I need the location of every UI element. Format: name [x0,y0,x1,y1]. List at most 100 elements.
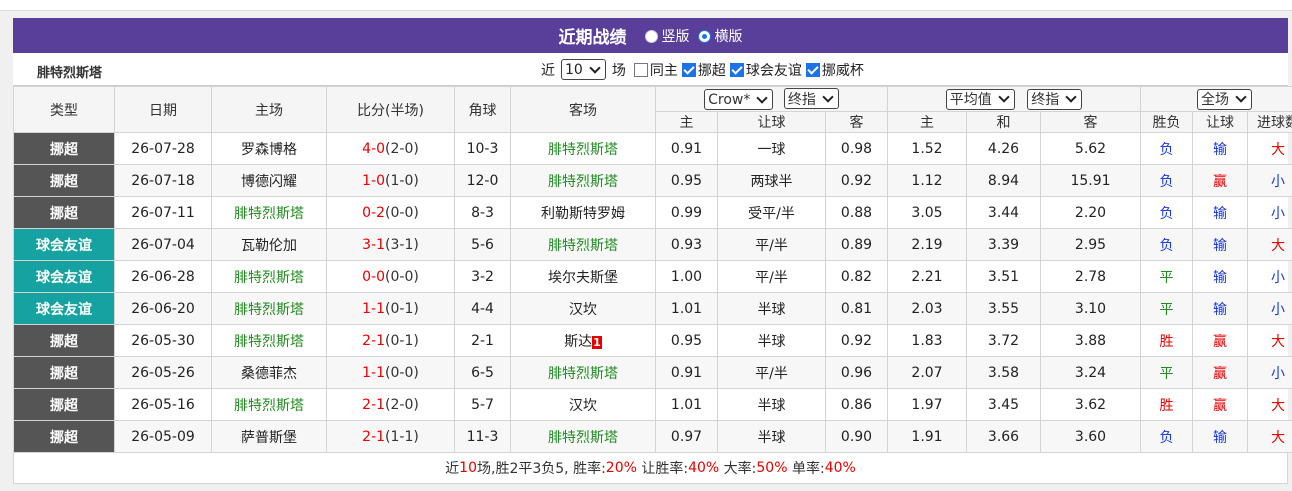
match-count-value: 10 [565,61,583,78]
table-row[interactable]: 挪超 26-05-26 桑德菲杰 1-1(0-0) 6-5 腓特烈斯塔 0.91 平/半 0.9… [13,356,1292,389]
away-team[interactable]: 斯达1 [510,324,656,357]
odds-a-home: 0.97 [655,420,718,453]
odds-a-company-select[interactable]: Crow* [704,89,774,110]
away-team[interactable]: 汉坎 [510,388,656,421]
table-row[interactable]: 挪超 26-05-09 萨普斯堡 2-1(1-1) 11-3 腓特烈斯塔 0.97 半球 0.9… [13,420,1292,453]
odds-b-draw: 3.58 [966,356,1041,389]
match-score[interactable]: 0-0(0-0) [326,260,455,293]
away-team[interactable]: 腓特烈斯塔 [510,420,656,453]
away-team-name: 埃尔夫斯堡 [548,269,618,286]
result-scope-select[interactable]: 全场 [1197,88,1253,110]
corner-count: 8-3 [454,196,511,229]
match-score[interactable]: 0-2(0-0) [326,196,455,229]
match-score[interactable]: 1-1(0-1) [326,292,455,325]
table-row[interactable]: 球会友谊 26-06-20 腓特烈斯塔 1-1(0-1) 4-4 汉坎 1.01 半球 0.81… [13,292,1292,325]
match-score[interactable]: 2-1(1-1) [326,420,455,453]
record-rows: 挪超 26-07-28 罗森博格 4-0(2-0) 10-3 腓特烈斯塔 0.91 一球 0.9… [13,132,1292,453]
odds-b-mode-select[interactable]: 终指 [1027,88,1083,110]
summary-mid: 场,胜2平3负5, 胜率: [477,461,606,477]
top-strip [0,0,1292,11]
match-score[interactable]: 1-0(1-0) [326,164,455,197]
home-team[interactable]: 腓特烈斯塔 [211,324,327,357]
cup-checkbox[interactable] [805,62,820,77]
odds-a-handicap: 平/半 [717,228,826,261]
chevron-down-icon [998,91,1010,103]
half-time-score: (2-0) [385,140,419,157]
odds-b-home: 1.52 [887,132,967,165]
home-team[interactable]: 瓦勒伦加 [211,228,327,261]
table-row[interactable]: 挪超 26-07-18 博德闪耀 1-0(1-0) 12-0 腓特烈斯塔 0.95 两球半 0.… [13,164,1292,197]
away-team[interactable]: 利勒斯特罗姆 [510,196,656,229]
away-team[interactable]: 腓特烈斯塔 [510,228,656,261]
odds-b-away: 15.91 [1039,164,1142,197]
result-wl: 胜 [1140,324,1194,357]
radio-vertical-label[interactable]: 竖版 [662,26,690,46]
league-checkbox[interactable] [681,62,696,77]
match-score[interactable]: 3-1(3-1) [326,228,455,261]
table-row[interactable]: 球会友谊 26-06-28 腓特烈斯塔 0-0(0-0) 3-2 埃尔夫斯堡 1.00 平/半… [13,260,1292,293]
odds-b-company-select[interactable]: 平均值 [945,88,1015,110]
result-handicap: 赢 [1192,388,1249,421]
same-home-checkbox[interactable] [633,62,648,77]
away-team-name: 腓特烈斯塔 [548,141,618,158]
result-goals: 小 [1247,356,1292,389]
match-type: 挪超 [13,388,115,421]
radio-horizontal-label[interactable]: 横版 [715,26,743,46]
friendly-checkbox[interactable] [729,62,744,77]
table-row[interactable]: 挪超 26-05-30 腓特烈斯塔 2-1(0-1) 2-1 斯达1 0.95 半球 0.92 1… [13,324,1292,357]
result-handicap: 输 [1192,420,1249,453]
home-team[interactable]: 腓特烈斯塔 [211,260,327,293]
table-row[interactable]: 挪超 26-07-28 罗森博格 4-0(2-0) 10-3 腓特烈斯塔 0.91 一球 0.9… [13,132,1292,165]
table-row[interactable]: 挪超 26-05-16 腓特烈斯塔 2-1(2-0) 5-7 汉坎 1.01 半球 0.86 1.… [13,388,1292,421]
result-handicap: 输 [1192,196,1249,229]
odds-a-home: 1.01 [655,292,718,325]
odds-a-away: 0.88 [825,196,888,229]
result-goals: 小 [1247,164,1292,197]
match-score[interactable]: 1-1(0-0) [326,356,455,389]
cup-label: 挪威杯 [821,62,864,79]
match-count-select[interactable]: 10 [561,59,606,80]
odds-b-draw: 4.26 [966,132,1041,165]
result-wl: 平 [1140,292,1194,325]
home-team[interactable]: 腓特烈斯塔 [211,196,327,229]
recent-record-panel: 近期战绩 竖版 横版 腓特烈斯塔 近 10 场 同主 挪超 球会友谊 挪威杯 类… [13,18,1292,484]
same-home-label: 同主 [649,62,678,79]
chevron-down-icon [1065,91,1077,103]
home-team[interactable]: 腓特烈斯塔 [211,388,327,421]
home-team[interactable]: 桑德菲杰 [211,356,327,389]
home-team[interactable]: 罗森博格 [211,132,327,165]
away-team[interactable]: 腓特烈斯塔 [510,164,656,197]
col-a-away: 客 [825,111,888,133]
home-team[interactable]: 博德闪耀 [211,164,327,197]
summary-hc-rate: 40% [688,460,720,476]
away-team[interactable]: 腓特烈斯塔 [510,356,656,389]
full-time-score: 2-1 [362,428,386,445]
table-row[interactable]: 球会友谊 26-07-04 瓦勒伦加 3-1(3-1) 5-6 腓特烈斯塔 0.93 平/半 0… [13,228,1292,261]
odds-b-home: 1.83 [887,324,967,357]
odds-a-company-value: Crow* [708,91,751,108]
odds-b-company-value: 平均值 [949,92,992,108]
away-team[interactable]: 埃尔夫斯堡 [510,260,656,293]
match-score[interactable]: 2-1(2-0) [326,388,455,421]
count-suffix: 场 [611,62,626,79]
radio-horizontal[interactable] [697,30,711,43]
filters: 近 10 场 同主 挪超 球会友谊 挪威杯 [541,59,864,80]
away-team[interactable]: 腓特烈斯塔 [510,132,656,165]
match-score[interactable]: 4-0(2-0) [326,132,455,165]
result-handicap: 输 [1192,228,1249,261]
radio-vertical[interactable] [644,30,658,43]
odds-b-draw: 3.72 [966,324,1041,357]
away-team[interactable]: 汉坎 [510,292,656,325]
match-score[interactable]: 2-1(0-1) [326,324,455,357]
friendly-label: 球会友谊 [745,62,802,79]
filter-bar: 腓特烈斯塔 近 10 场 同主 挪超 球会友谊 挪威杯 [13,53,1288,86]
home-team[interactable]: 萨普斯堡 [211,420,327,453]
summary-odd-label: 单率: [787,461,825,477]
table-row[interactable]: 挪超 26-07-11 腓特烈斯塔 0-2(0-0) 8-3 利勒斯特罗姆 0.99 受平/半… [13,196,1292,229]
odds-a-away: 0.92 [825,164,888,197]
odds-a-home: 0.93 [655,228,718,261]
home-team[interactable]: 腓特烈斯塔 [211,292,327,325]
match-date: 26-07-28 [114,132,212,165]
match-type: 球会友谊 [13,228,115,261]
odds-a-mode-select[interactable]: 终指 [783,88,839,109]
